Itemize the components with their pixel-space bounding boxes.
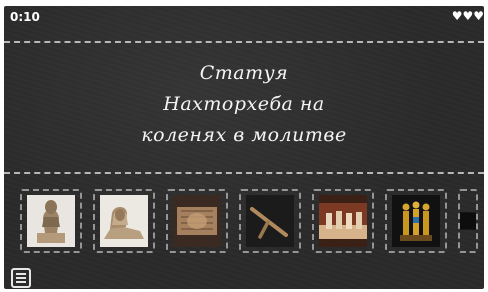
card-kneeling-statue[interactable] (20, 189, 82, 253)
divider-top (4, 41, 484, 43)
title-line-1: Статуя (199, 62, 289, 84)
kneeling-statue-image (27, 195, 75, 247)
wooden-tool-image (246, 195, 294, 247)
question-title: Статуя Нахторхеба на коленях в молитве (74, 58, 414, 151)
card-sphinx[interactable] (93, 189, 155, 253)
relief-image (173, 195, 221, 247)
statue-display-image (319, 195, 367, 247)
card-strip (20, 189, 478, 255)
heart-icon: ♥ (451, 9, 463, 23)
partial-image (460, 195, 476, 247)
title-line-2: Нахторхеба на (163, 93, 325, 115)
heart-icon: ♥ (473, 9, 484, 23)
golden-triad-image (392, 195, 440, 247)
divider-bottom (4, 172, 484, 174)
card-partial[interactable] (458, 189, 478, 253)
heart-icon: ♥ (462, 9, 474, 23)
menu-button[interactable] (11, 268, 31, 288)
card-statue-display[interactable] (312, 189, 374, 253)
game-board: 0:10 ♥ ♥ ♥ Статуя Нахторхеба на коленях … (4, 6, 484, 289)
timer: 0:10 (10, 10, 40, 24)
card-wooden-tool[interactable] (239, 189, 301, 253)
card-golden-triad[interactable] (385, 189, 447, 253)
title-line-3: коленях в молитве (141, 124, 347, 146)
sphinx-image (100, 195, 148, 247)
menu-icon (16, 273, 26, 275)
card-relief[interactable] (166, 189, 228, 253)
lives: ♥ ♥ ♥ (452, 10, 484, 22)
